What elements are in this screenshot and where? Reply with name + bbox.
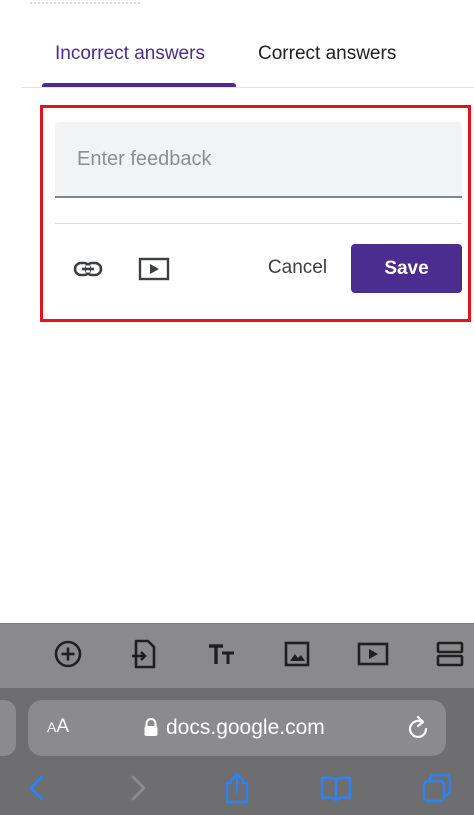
link-icon xyxy=(73,261,103,277)
url-text: docs.google.com xyxy=(166,716,325,739)
tab-correct-answers[interactable]: Correct answers xyxy=(258,40,396,68)
tab-incorrect-answers[interactable]: Incorrect answers xyxy=(55,40,205,68)
reader-settings-button[interactable]: AA xyxy=(47,716,69,738)
bookmarks-button[interactable] xyxy=(316,770,356,806)
reload-icon[interactable] xyxy=(406,714,432,742)
share-button[interactable] xyxy=(217,770,257,806)
browser-chrome: AA docs.google.com xyxy=(0,688,474,815)
share-icon xyxy=(225,772,249,804)
back-icon xyxy=(29,775,44,801)
save-button[interactable]: Save xyxy=(351,244,462,293)
lock-icon xyxy=(144,718,158,736)
forward-button[interactable] xyxy=(118,770,158,806)
add-image-button[interactable] xyxy=(281,638,313,670)
top-edge xyxy=(0,0,474,10)
add-section-button[interactable] xyxy=(434,638,466,670)
forward-icon xyxy=(131,775,146,801)
insert-link-button[interactable] xyxy=(70,254,106,284)
feedback-input[interactable] xyxy=(55,122,462,196)
add-question-button[interactable] xyxy=(52,638,84,670)
scrolled-content-remnant xyxy=(30,0,140,4)
tabs-button[interactable] xyxy=(417,770,457,806)
add-circle-icon xyxy=(54,640,82,668)
answer-tabs: Incorrect answers Correct answers xyxy=(22,22,474,88)
previous-tab-preview[interactable] xyxy=(0,700,16,756)
divider xyxy=(55,223,462,224)
cancel-button[interactable]: Cancel xyxy=(255,253,340,283)
video-icon xyxy=(357,642,389,666)
image-icon xyxy=(284,641,310,667)
feedback-field[interactable] xyxy=(55,122,462,198)
section-icon xyxy=(436,641,464,667)
tabs-icon xyxy=(422,773,452,803)
insert-video-button[interactable] xyxy=(136,254,172,284)
video-icon xyxy=(138,257,170,281)
import-questions-button[interactable] xyxy=(128,638,160,670)
add-title-button[interactable] xyxy=(205,638,237,670)
bookmarks-icon xyxy=(320,776,352,802)
active-tab-indicator xyxy=(42,83,236,87)
back-button[interactable] xyxy=(17,770,57,806)
address-bar[interactable]: AA docs.google.com xyxy=(28,700,446,756)
title-icon xyxy=(209,644,234,664)
form-toolbar xyxy=(0,623,474,688)
add-video-button[interactable] xyxy=(357,638,389,670)
import-question-icon xyxy=(132,639,156,669)
